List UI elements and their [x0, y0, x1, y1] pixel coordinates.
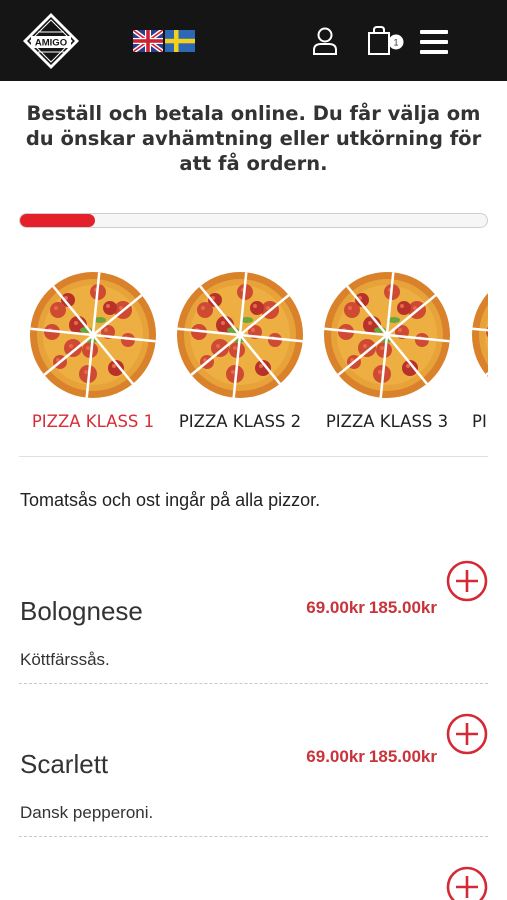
category-label: PIZZA KLASS 1	[31, 412, 155, 431]
pizza-topping	[103, 301, 117, 315]
pizza-topping-shine	[348, 306, 352, 310]
pizza-icon	[177, 272, 303, 398]
item-separator	[19, 683, 488, 684]
cart-count-badge: 1	[393, 38, 398, 48]
category-label: PIZZA KLASS 2	[178, 412, 302, 431]
language-switcher	[133, 30, 195, 52]
pizza-topping	[197, 302, 213, 318]
pizza-topping-shine	[259, 364, 263, 368]
top-bar: AMIGO 1	[0, 0, 507, 81]
item-name: Bolognese	[20, 596, 143, 626]
pizza-topping	[397, 301, 411, 315]
pizza-topping-shine	[406, 364, 410, 368]
pizza-topping-shine	[104, 328, 108, 332]
category-pizza-klass-4[interactable]: PI	[460, 270, 488, 431]
category-label: PIZZA KLASS 3	[325, 412, 449, 431]
add-icon[interactable]	[446, 713, 488, 755]
pizza-topping-shine	[86, 346, 90, 350]
pizza-topping	[50, 302, 66, 318]
item-separator	[19, 836, 488, 837]
pizza-topping-shine	[368, 321, 372, 325]
category-pizza-klass-2[interactable]: PIZZA KLASS 2	[165, 270, 315, 431]
pizza-topping-shine	[84, 370, 88, 374]
order-progress-bar	[19, 213, 488, 228]
item-description: Köttfärssås.	[20, 650, 110, 669]
pizza-topping-shine	[253, 304, 257, 308]
price-large: 185.00kr	[368, 598, 437, 617]
pizza-topping	[358, 339, 376, 357]
logo-icon[interactable]: AMIGO	[22, 12, 80, 70]
pizza-topping-shine	[201, 306, 205, 310]
menu-item-scarlett: Scarlett 69.00kr 185.00kr Dansk pepperoni…	[19, 713, 488, 839]
pizza-topping-shine	[69, 344, 73, 348]
pizza-topping-shine	[231, 370, 235, 374]
pizza-icon	[30, 272, 156, 398]
menu-note: Tomatsås och ost ingår på alla pizzor.	[20, 490, 321, 510]
pizza-topping-shine	[106, 304, 110, 308]
pizza-topping-shine	[363, 344, 367, 348]
pizza-topping	[64, 339, 82, 357]
pizza-topping-shine	[74, 321, 78, 325]
pizza-topping-shine	[378, 370, 382, 374]
item-name: Scarlett	[20, 749, 109, 779]
pizza-topping	[250, 301, 264, 315]
category-carousel[interactable]: PIZZA KLASS 1 PIZZA KLASS 2 PIZZA KLASS …	[0, 270, 488, 450]
uk-flag-icon[interactable]	[133, 30, 163, 52]
pizza-topping-shine	[380, 346, 384, 350]
add-icon[interactable]	[446, 560, 488, 602]
pizza-topping	[344, 302, 360, 318]
pizza-topping-shine	[233, 346, 237, 350]
pizza-topping-shine	[221, 321, 225, 325]
pizza-topping-shine	[112, 364, 116, 368]
pizza-topping	[211, 339, 229, 357]
pizza-topping-shine	[251, 328, 255, 332]
price-large: 185.00kr	[368, 747, 437, 766]
menu-icon[interactable]	[420, 29, 448, 55]
pizza-topping-shine	[398, 328, 402, 332]
category-pizza-klass-3[interactable]: PIZZA KLASS 3	[312, 270, 462, 431]
category-label: PI	[472, 412, 487, 431]
intro-text: Beställ och betala online. Du får välja …	[25, 102, 482, 175]
cart-icon[interactable]: 1	[367, 26, 407, 56]
category-pizza-klass-1[interactable]: PIZZA KLASS 1	[18, 270, 168, 431]
item-prices: 69.00kr 185.00kr	[306, 747, 437, 767]
pizza-icon	[472, 293, 488, 377]
sweden-flag-icon[interactable]	[165, 30, 195, 52]
price-small: 69.00kr	[306, 598, 365, 617]
add-icon[interactable]	[446, 866, 488, 900]
pizza-icon	[324, 272, 450, 398]
pizza-topping-shine	[54, 306, 58, 310]
user-icon[interactable]	[312, 27, 338, 55]
price-small: 69.00kr	[306, 747, 365, 766]
order-progress-fill	[20, 214, 95, 227]
pizza-topping-shine	[216, 344, 220, 348]
menu-item-next	[19, 866, 488, 900]
category-divider	[19, 456, 488, 457]
pizza-topping-shine	[400, 304, 404, 308]
logo-text: AMIGO	[35, 38, 67, 49]
menu-item-bolognese: Bolognese 69.00kr 185.00kr Köttfärssås.	[19, 560, 488, 686]
item-prices: 69.00kr 185.00kr	[306, 598, 437, 618]
item-description: Dansk pepperoni.	[20, 803, 154, 822]
